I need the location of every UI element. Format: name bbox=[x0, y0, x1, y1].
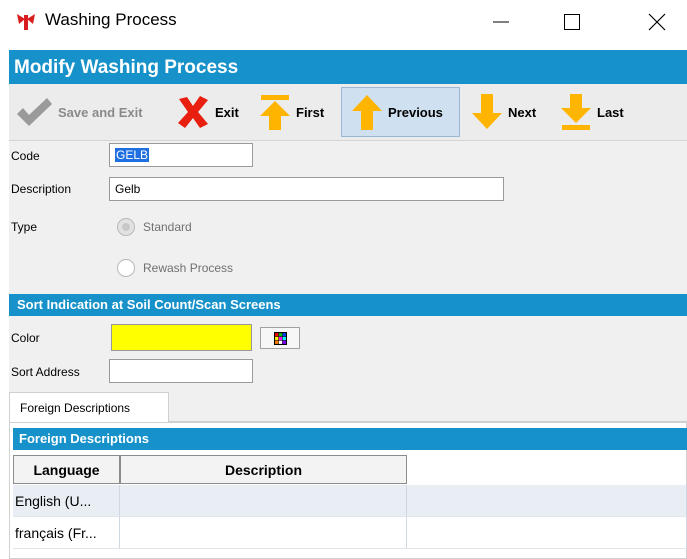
code-value: GELB bbox=[115, 148, 150, 162]
description-field[interactable]: Gelb bbox=[109, 177, 504, 201]
language-cell[interactable]: English (U... bbox=[13, 485, 120, 517]
column-header-description[interactable]: Description bbox=[120, 455, 407, 484]
next-label: Next bbox=[508, 104, 537, 120]
minimize-icon bbox=[493, 21, 509, 23]
description-label: Description bbox=[11, 182, 72, 196]
radio-standard-dot bbox=[117, 218, 135, 236]
grid-title: Foreign Descriptions bbox=[13, 428, 687, 450]
code-field[interactable]: GELB bbox=[109, 143, 253, 167]
last-label: Last bbox=[597, 104, 624, 120]
radio-standard[interactable]: Standard bbox=[117, 218, 192, 236]
save-and-exit-button[interactable]: Save and Exit bbox=[14, 87, 143, 137]
tab-foreign-descriptions[interactable]: Foreign Descriptions bbox=[9, 392, 169, 422]
sort-section-header: Sort Indication at Soil Count/Scan Scree… bbox=[9, 294, 687, 316]
next-button[interactable]: Next bbox=[470, 87, 536, 137]
exit-button[interactable]: Exit bbox=[175, 87, 239, 137]
radio-rewash-process[interactable]: Rewash Process bbox=[117, 259, 233, 277]
arrow-down-icon bbox=[472, 94, 502, 129]
first-label: First bbox=[296, 104, 325, 120]
filler-cell bbox=[407, 517, 687, 549]
window-titlebar: Washing Process bbox=[0, 0, 687, 44]
radio-rewash-label: Rewash Process bbox=[143, 261, 234, 275]
table-row[interactable]: français (Fr... bbox=[13, 517, 687, 549]
toolbar: Save and Exit Exit First Previous Next L… bbox=[9, 84, 687, 141]
app-logo-icon bbox=[17, 14, 35, 30]
column-header-language[interactable]: Language bbox=[13, 455, 120, 484]
sort-address-field[interactable] bbox=[109, 359, 253, 383]
table-row[interactable]: English (U... bbox=[13, 485, 687, 517]
page-title: Modify Washing Process bbox=[9, 50, 687, 84]
code-label: Code bbox=[11, 149, 40, 163]
color-picker-button[interactable] bbox=[260, 327, 300, 349]
arrow-up-first-icon bbox=[260, 95, 290, 130]
minimize-button[interactable] bbox=[478, 0, 524, 44]
window-title: Washing Process bbox=[45, 10, 177, 29]
radio-standard-label: Standard bbox=[143, 220, 192, 234]
maximize-button[interactable] bbox=[549, 0, 595, 44]
description-value: Gelb bbox=[115, 182, 141, 196]
close-icon bbox=[648, 13, 666, 31]
description-cell[interactable] bbox=[120, 485, 407, 517]
previous-button[interactable]: Previous bbox=[341, 87, 460, 137]
color-swatch[interactable] bbox=[111, 324, 252, 351]
filler-cell bbox=[407, 485, 687, 517]
sort-address-label: Sort Address bbox=[11, 365, 80, 379]
type-label: Type bbox=[11, 220, 38, 234]
close-button[interactable] bbox=[634, 0, 680, 44]
description-cell[interactable] bbox=[120, 517, 407, 549]
previous-label: Previous bbox=[388, 104, 443, 120]
arrow-up-icon bbox=[352, 95, 382, 130]
color-label: Color bbox=[11, 331, 40, 345]
radio-rewash-dot bbox=[117, 259, 135, 277]
language-cell[interactable]: français (Fr... bbox=[13, 517, 120, 549]
color-palette-icon bbox=[273, 331, 287, 345]
maximize-icon bbox=[564, 14, 580, 30]
checkmark-icon bbox=[17, 98, 52, 126]
arrow-down-last-icon bbox=[561, 94, 591, 130]
exit-label: Exit bbox=[215, 104, 239, 120]
red-x-icon bbox=[178, 96, 208, 128]
save-and-exit-label: Save and Exit bbox=[58, 104, 143, 120]
first-button[interactable]: First bbox=[258, 87, 324, 137]
last-button[interactable]: Last bbox=[559, 87, 624, 137]
